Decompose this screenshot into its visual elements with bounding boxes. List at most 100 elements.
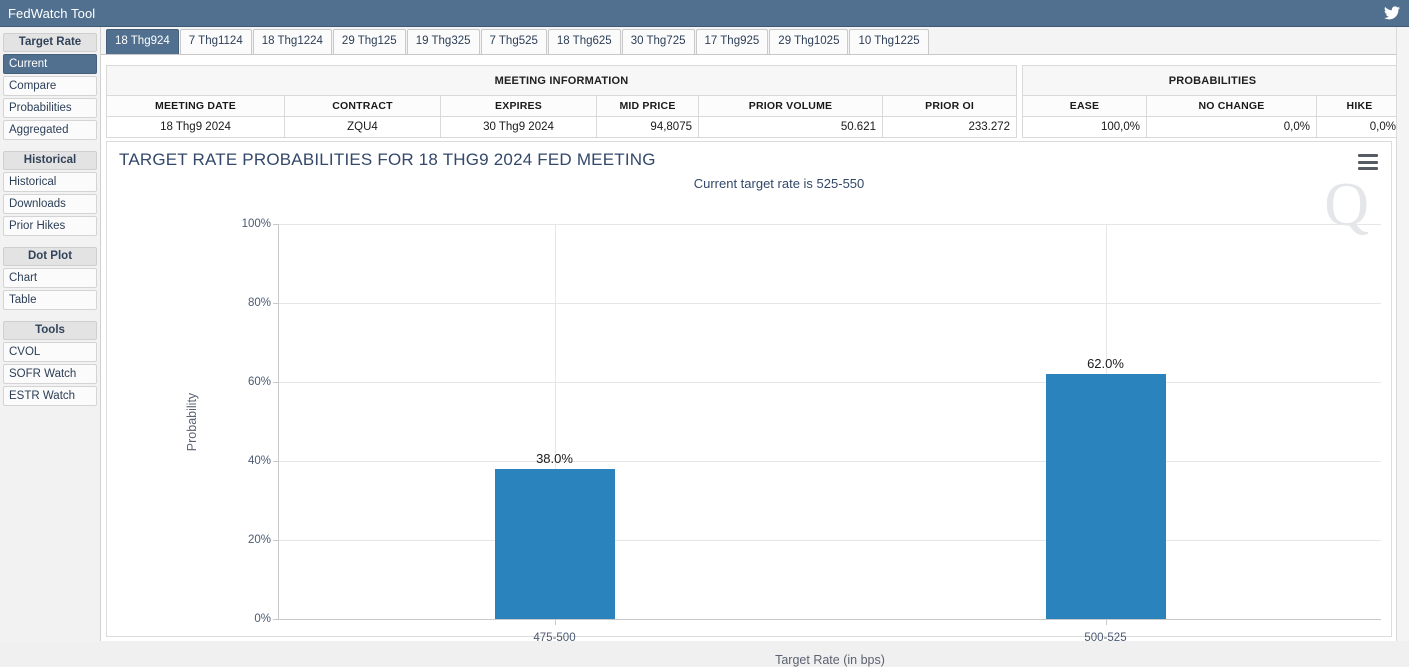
y-tick-label: 40% <box>247 455 271 467</box>
y-tick-mark <box>273 461 279 462</box>
sidebar-item-estr-watch[interactable]: ESTR Watch <box>3 386 97 406</box>
tab-29-thg125[interactable]: 29 Thg125 <box>332 29 406 54</box>
tab-18-thg924[interactable]: 18 Thg924 <box>106 29 179 54</box>
y-gridline <box>279 303 1381 304</box>
tab-7-thg1124[interactable]: 7 Thg1124 <box>179 29 252 54</box>
y-gridline <box>279 619 1381 620</box>
x-tick-mark <box>554 619 556 625</box>
twitter-icon[interactable] <box>1379 0 1405 27</box>
y-tick-mark <box>273 540 279 541</box>
vertical-scrollbar[interactable] <box>1396 27 1409 641</box>
tab-30-thg725[interactable]: 30 Thg725 <box>621 29 695 54</box>
summary-tables-row: MEETING INFORMATION MEETING DATE CONTRAC… <box>105 65 1403 139</box>
bar-value-label: 38.0% <box>536 450 573 466</box>
y-axis-label: Probability <box>185 392 200 451</box>
sidebar-group-header-tools: Tools <box>3 321 97 340</box>
y-axis-line <box>278 224 279 619</box>
column-header-mid-price: MID PRICE <box>596 95 699 117</box>
sidebar-item-downloads[interactable]: Downloads <box>3 194 97 214</box>
table-header-group-row: MEETING INFORMATION <box>105 65 1018 96</box>
window-title: FedWatch Tool <box>8 5 96 21</box>
window-titlebar: FedWatch Tool <box>0 0 1409 27</box>
y-tick-mark <box>273 224 279 225</box>
sidebar-item-chart[interactable]: Chart <box>3 268 97 288</box>
cell-prior-oi: 233.272 <box>881 116 1018 138</box>
sidebar-item-prior-hikes[interactable]: Prior Hikes <box>3 216 97 236</box>
meeting-information-table: MEETING INFORMATION MEETING DATE CONTRAC… <box>105 65 1018 138</box>
sidebar-group-header-dot-plot: Dot Plot <box>3 247 97 266</box>
tab-7-thg525[interactable]: 7 Thg525 <box>480 29 547 54</box>
cell-meeting-date: 18 Thg9 2024 <box>106 116 285 138</box>
x-tick-mark <box>1105 619 1107 625</box>
y-tick-label: 20% <box>247 534 271 546</box>
hamburger-bar <box>1358 160 1378 164</box>
cell-prior-volume: 50.621 <box>698 116 883 138</box>
sidebar-item-historical[interactable]: Historical <box>3 172 97 192</box>
column-header-no-change: NO CHANGE <box>1146 95 1317 117</box>
tab-17-thg925[interactable]: 17 Thg925 <box>695 29 769 54</box>
tab-19-thg325[interactable]: 19 Thg325 <box>406 29 480 54</box>
main-content: 18 Thg924 7 Thg1124 18 Thg1224 29 Thg125… <box>100 27 1403 667</box>
probabilities-table-wrapper: PROBABILITIES EASE NO CHANGE HIKE 100,0%… <box>1022 65 1403 139</box>
y-tick-mark <box>273 303 279 304</box>
chart-title: TARGET RATE PROBABILITIES FOR 18 THG9 20… <box>119 150 656 169</box>
column-header-ease: EASE <box>1022 95 1147 117</box>
hamburger-menu-icon[interactable] <box>1358 154 1378 170</box>
y-tick-label: 60% <box>247 376 271 388</box>
column-header-prior-oi: PRIOR OI <box>881 95 1018 117</box>
meeting-information-table-wrapper: MEETING INFORMATION MEETING DATE CONTRAC… <box>105 65 1018 139</box>
sidebar-item-compare[interactable]: Compare <box>3 76 97 96</box>
probabilities-group-header: PROBABILITIES <box>1022 65 1403 96</box>
column-header-hike: HIKE <box>1316 95 1403 117</box>
sidebar-item-cvol[interactable]: CVOL <box>3 342 97 362</box>
sidebar-item-sofr-watch[interactable]: SOFR Watch <box>3 364 97 384</box>
x-axis-label: Target Rate (in bps) <box>775 653 885 667</box>
hamburger-bar <box>1358 167 1378 170</box>
tab-18-thg1224[interactable]: 18 Thg1224 <box>252 29 332 54</box>
sidebar-item-table[interactable]: Table <box>3 290 97 310</box>
table-header-row: MEETING DATE CONTRACT EXPIRES MID PRICE … <box>106 95 1018 117</box>
sidebar-item-current[interactable]: Current <box>3 54 97 74</box>
column-header-contract: CONTRACT <box>284 95 441 117</box>
sidebar-group-header-target-rate: Target Rate <box>3 33 97 52</box>
column-header-meeting-date: MEETING DATE <box>106 95 285 117</box>
y-tick-label: 0% <box>254 613 271 625</box>
tab-18-thg625[interactable]: 18 Thg625 <box>547 29 621 54</box>
table-row: 18 Thg9 2024 ZQU4 30 Thg9 2024 94,8075 5… <box>106 116 1018 138</box>
column-header-expires: EXPIRES <box>440 95 597 117</box>
table-row: 100,0% 0,0% 0,0% <box>1022 116 1403 138</box>
bar-value-label: 62.0% <box>1087 356 1124 372</box>
column-header-prior-volume: PRIOR VOLUME <box>698 95 883 117</box>
x-tick-label: 500-525 <box>1084 632 1127 644</box>
y-tick-mark <box>273 619 279 620</box>
cell-expires: 30 Thg9 2024 <box>440 116 597 138</box>
x-tick-label: 475-500 <box>533 632 576 644</box>
sidebar: Target Rate Current Compare Probabilitie… <box>0 27 100 641</box>
y-gridline <box>279 461 1381 462</box>
meeting-tabs: 18 Thg924 7 Thg1124 18 Thg1224 29 Thg125… <box>101 27 1397 55</box>
cell-hike: 0,0% <box>1316 116 1403 138</box>
sidebar-item-probabilities[interactable]: Probabilities <box>3 98 97 118</box>
cell-contract: ZQU4 <box>284 116 441 138</box>
y-gridline <box>279 540 1381 541</box>
chart-plot-area: Probability Target Rate (in bps) 0% 20% 40… <box>185 218 1381 667</box>
meeting-information-group-header: MEETING INFORMATION <box>105 65 1018 96</box>
sidebar-item-aggregated[interactable]: Aggregated <box>3 120 97 140</box>
chart-card: TARGET RATE PROBABILITIES FOR 18 THG9 20… <box>106 141 1392 667</box>
chart-bar[interactable] <box>494 468 615 619</box>
sidebar-group-header-historical: Historical <box>3 151 97 170</box>
table-header-row: EASE NO CHANGE HIKE <box>1022 95 1403 117</box>
y-gridline <box>279 382 1381 383</box>
chart-bar[interactable] <box>1045 374 1166 619</box>
cell-ease: 100,0% <box>1022 116 1147 138</box>
y-tick-mark <box>273 382 279 383</box>
tab-10-thg1225[interactable]: 10 Thg1225 <box>849 29 929 54</box>
tab-29-thg1025[interactable]: 29 Thg1025 <box>769 29 849 54</box>
cell-mid-price: 94,8075 <box>596 116 699 138</box>
cell-no-change: 0,0% <box>1146 116 1317 138</box>
table-header-group-row: PROBABILITIES <box>1022 65 1403 96</box>
y-tick-label: 100% <box>241 218 271 230</box>
